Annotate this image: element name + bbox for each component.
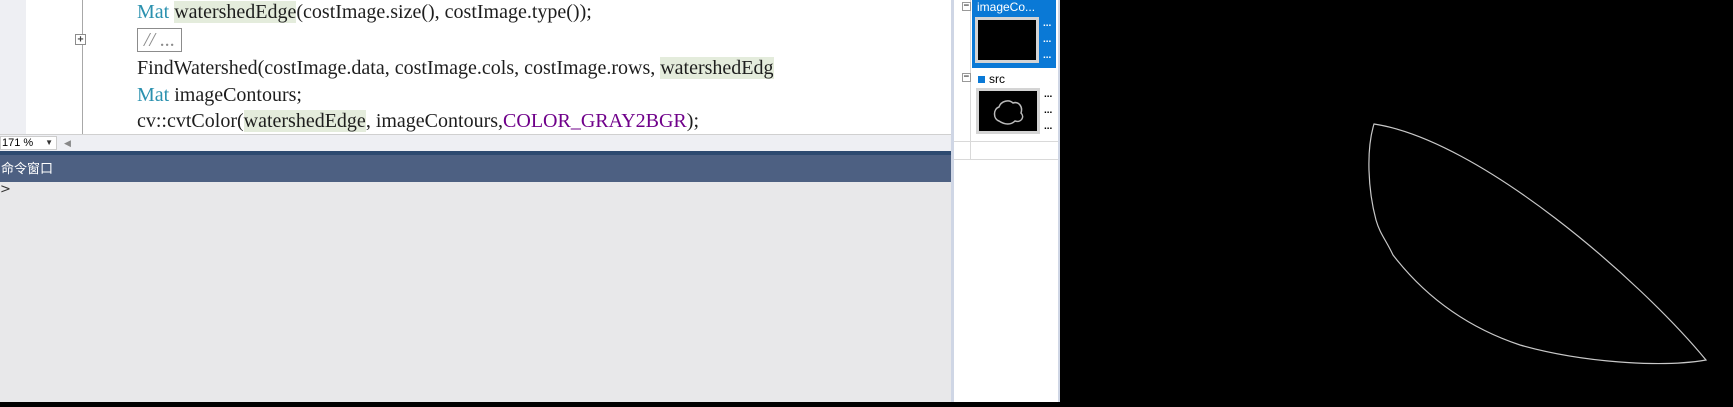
highlighted-identifier: watershedEdge — [174, 1, 297, 23]
info-ellipsis: ... — [1044, 121, 1053, 132]
highlighted-identifier: watershedEdge — [243, 110, 366, 132]
divider — [954, 141, 1058, 142]
image-list-panel: − imageCo... ... ... ... − src ... ... .… — [954, 0, 1058, 402]
code-line-3: FindWatershed(costImage.data, costImage.… — [137, 56, 774, 80]
command-prompt: > — [0, 182, 11, 197]
contour-image — [1368, 123, 1708, 365]
code-text: ); — [686, 110, 699, 132]
scroll-left-icon[interactable]: ◀ — [64, 138, 71, 149]
outline-line — [82, 0, 83, 134]
contour-preview — [993, 100, 1024, 125]
command-window-title: 命令窗口 — [1, 161, 54, 176]
expand-icon[interactable]: + — [75, 34, 86, 45]
code-line-1: Mat watershedEdge(costImage.size(), cost… — [137, 0, 592, 24]
type-keyword: Mat — [137, 1, 170, 23]
code-text: imageContours; — [169, 84, 302, 106]
image-marker-icon — [978, 76, 985, 83]
info-ellipsis: ... — [1043, 50, 1052, 61]
editor-status-bar: 171 % ▼ ◀ — [0, 134, 951, 151]
image-item-label: imageCo... — [977, 0, 1036, 14]
image-item-imagecontours[interactable]: imageCo... ... ... ... — [972, 0, 1056, 68]
highlighted-identifier: watershedEdg — [660, 57, 774, 79]
collapsed-region[interactable]: // ... — [137, 28, 183, 52]
contour-outline — [1368, 123, 1708, 365]
image-item-label[interactable]: src — [989, 72, 1005, 86]
image-thumbnail[interactable] — [976, 88, 1040, 134]
chevron-down-icon[interactable]: ▼ — [45, 137, 53, 149]
info-ellipsis: ... — [1043, 34, 1052, 45]
command-window-header[interactable]: 命令窗口 — [0, 155, 951, 182]
editor-gutter — [0, 0, 26, 134]
code-line-5: cv::cvtColor(watershedEdge, imageContour… — [137, 109, 699, 133]
collapse-icon[interactable]: − — [962, 73, 971, 82]
code-line-4: Mat imageContours; — [137, 83, 302, 107]
constant-identifier: COLOR_GRAY2BGR — [503, 110, 687, 132]
code-text: cv::cvtColor( — [137, 110, 244, 132]
code-editor[interactable]: + Mat watershedEdge(costImage.size(), co… — [0, 0, 951, 134]
collapse-icon[interactable]: − — [962, 2, 971, 11]
divider — [954, 159, 1058, 160]
info-ellipsis: ... — [1044, 105, 1053, 116]
zoom-value: 171 % — [2, 137, 34, 149]
zoom-dropdown[interactable]: 171 % ▼ — [0, 136, 57, 150]
type-keyword: Mat — [137, 84, 170, 106]
image-thumbnail[interactable] — [975, 17, 1039, 63]
code-line-2[interactable]: // ... — [137, 28, 183, 52]
info-ellipsis: ... — [1043, 18, 1052, 29]
code-text: , imageContours, — [365, 110, 504, 132]
code-text: (costImage.size(), costImage.type()); — [296, 1, 592, 23]
code-text: FindWatershed(costImage.data, costImage.… — [137, 57, 661, 79]
image-viewer[interactable] — [1060, 0, 1733, 402]
command-window-body[interactable]: > — [0, 182, 951, 402]
info-ellipsis: ... — [1044, 89, 1053, 100]
